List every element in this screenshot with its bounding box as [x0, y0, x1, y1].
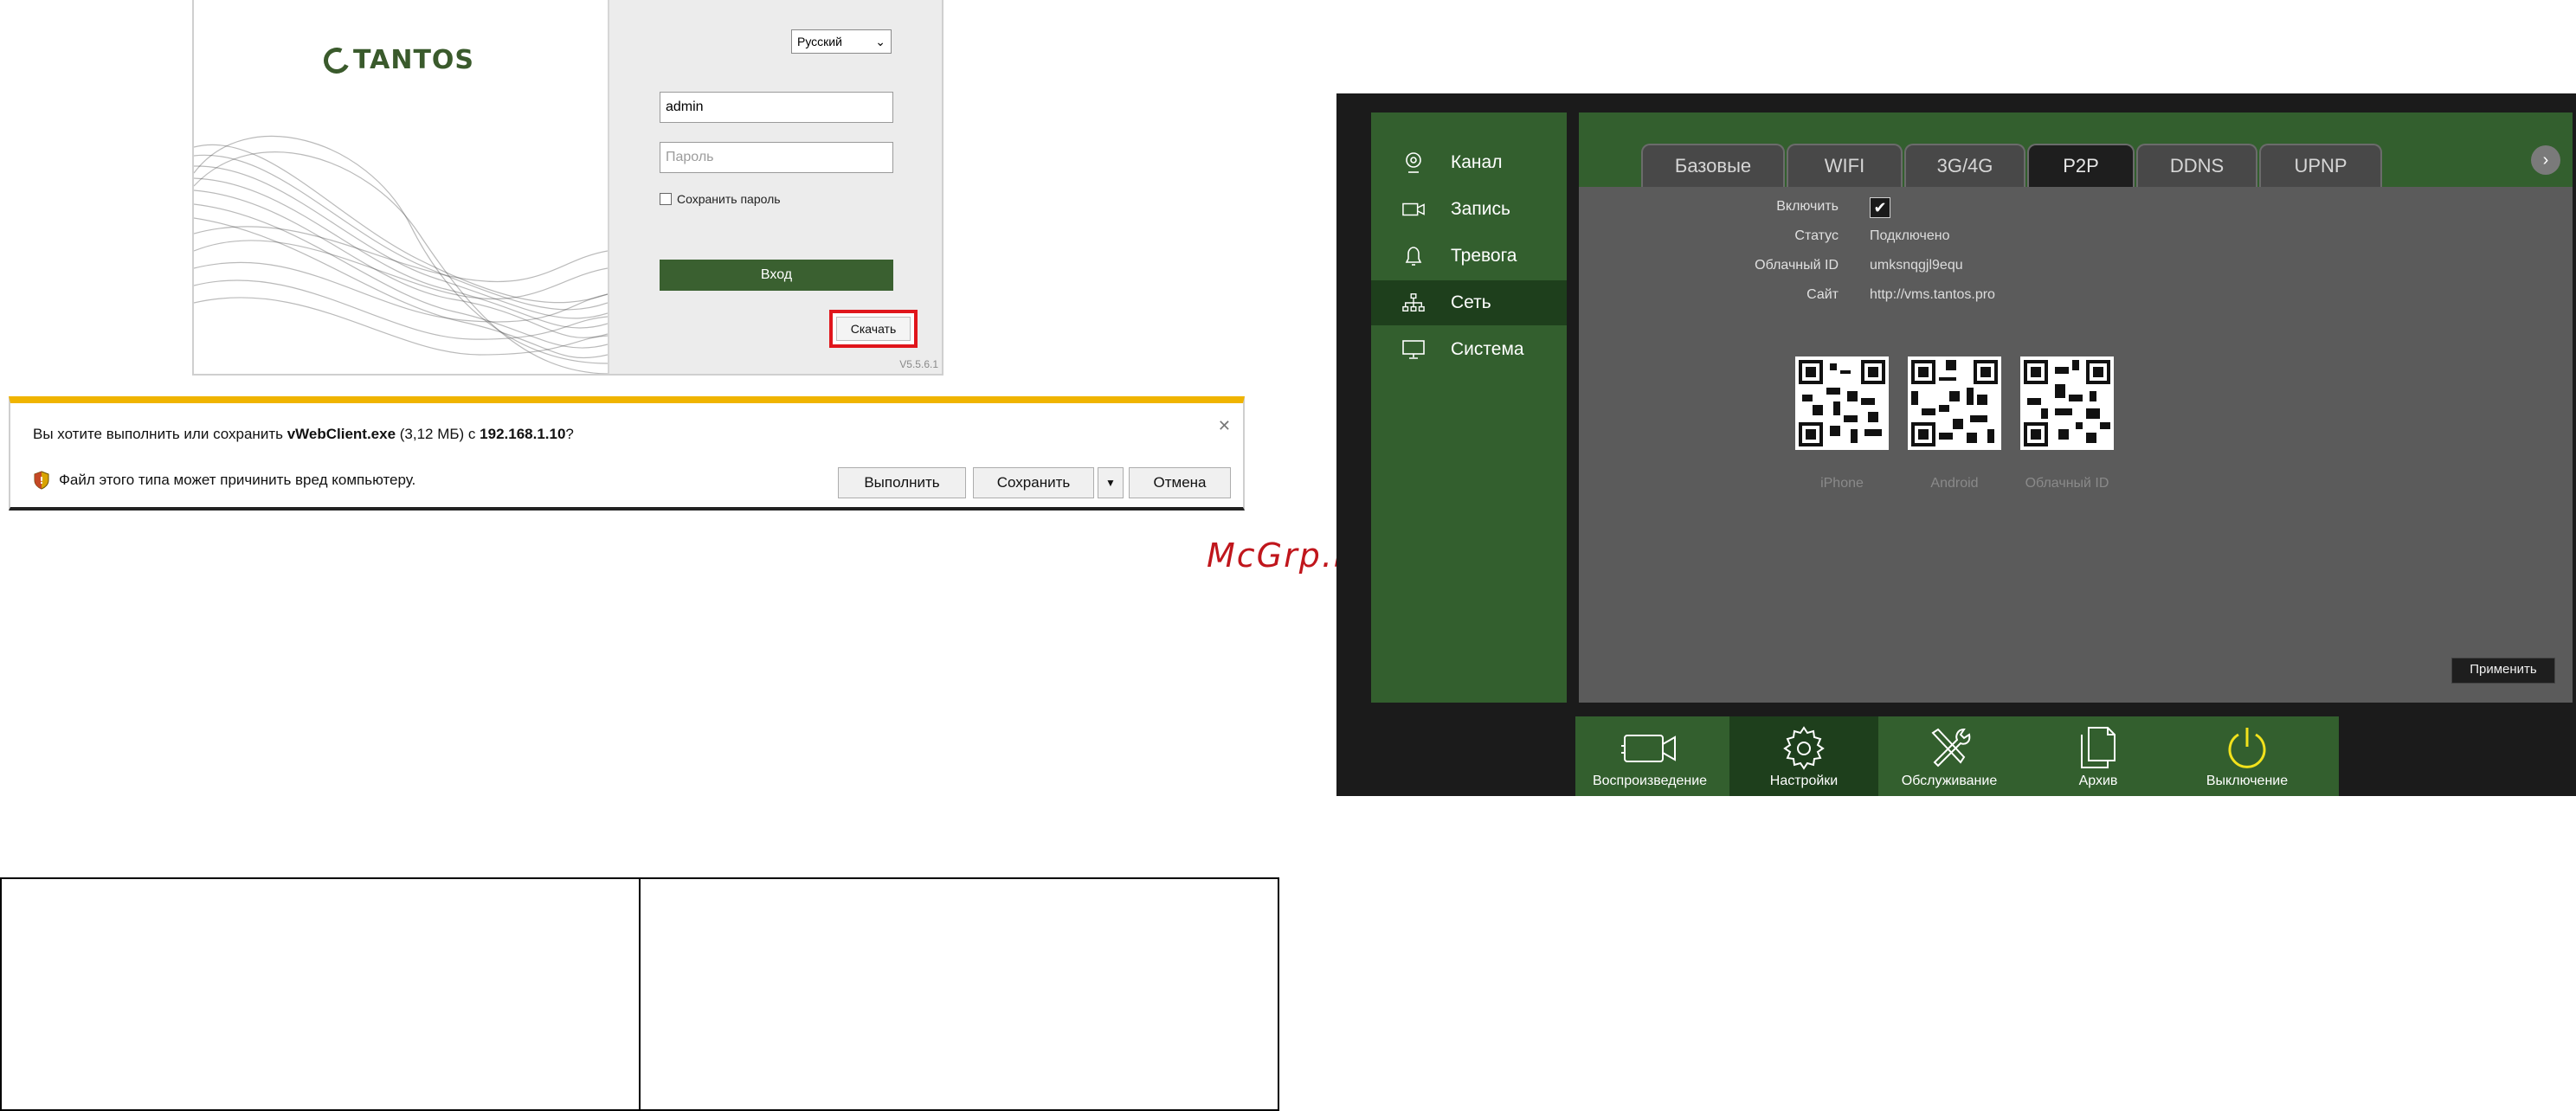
- language-value: Русский: [797, 35, 842, 48]
- enable-label: Включить: [1776, 199, 1839, 214]
- wave-decoration-icon: [194, 135, 608, 374]
- version-label: V5.5.6.1: [899, 358, 938, 370]
- apply-button[interactable]: Применить: [2451, 658, 2555, 684]
- bottom-menu-bar: Воспроизведение Настройки Обслуживание А…: [1575, 716, 2339, 796]
- qr-code-iphone-icon: [1795, 356, 1889, 450]
- menu-item-playback[interactable]: Воспроизведение: [1575, 716, 1724, 796]
- shield-icon: !: [34, 471, 49, 490]
- download-button[interactable]: Скачать: [836, 317, 911, 341]
- sidebar-item-alarm[interactable]: Тревога: [1371, 234, 1567, 279]
- sidebar-item-channel[interactable]: Канал: [1371, 140, 1567, 185]
- empty-table: [0, 877, 1279, 1111]
- qr-label-cloud-id: Облачный ID: [2025, 476, 2109, 491]
- site-value: http://vms.tantos.pro: [1870, 287, 1995, 302]
- bell-icon: [1402, 245, 1425, 267]
- cloud-id-label: Облачный ID: [1755, 258, 1839, 273]
- p2p-panel: Включить ✔ Статус Подключено Облачный ID…: [1579, 187, 2573, 703]
- menu-label: Обслуживание: [1901, 774, 1998, 788]
- file-name: vWebClient.exe: [287, 426, 396, 442]
- status-value: Подключено: [1870, 228, 1950, 243]
- dvr-settings-screen: Канал Запись Тревога Сеть Система Базовы…: [1336, 93, 2576, 796]
- cancel-button[interactable]: Отмена: [1129, 467, 1231, 498]
- settings-sidebar: Канал Запись Тревога Сеть Система: [1371, 112, 1567, 703]
- remember-label: Сохранить пароль: [677, 192, 781, 206]
- tab-ddns[interactable]: DDNS: [2136, 144, 2257, 187]
- cloud-id-value: umksnqgjl9equ: [1870, 258, 1963, 273]
- settings-gear-icon: [1729, 723, 1878, 772]
- sidebar-label: Тревога: [1451, 246, 1517, 266]
- maintenance-tools-icon: [1875, 723, 2024, 772]
- camera-icon: [1402, 151, 1425, 174]
- sidebar-item-network[interactable]: Сеть: [1371, 280, 1567, 325]
- username-input[interactable]: admin: [660, 92, 893, 123]
- sidebar-item-record[interactable]: Запись: [1371, 187, 1567, 232]
- security-warning: ! Файл этого типа может причинить вред к…: [33, 471, 415, 490]
- triangle-down-icon: ▼: [1105, 477, 1116, 489]
- menu-item-maintenance[interactable]: Обслуживание: [1875, 716, 2024, 796]
- password-input[interactable]: Пароль: [660, 142, 893, 173]
- menu-label: Выключение: [2206, 774, 2289, 788]
- download-notification-bar: Вы хотите выполнить или сохранить vWebCl…: [9, 396, 1245, 511]
- sidebar-label: Система: [1451, 339, 1524, 359]
- tab-wifi[interactable]: WIFI: [1787, 144, 1903, 187]
- menu-label: Настройки: [1769, 774, 1839, 788]
- monitor-icon: [1402, 338, 1425, 361]
- archive-icon: [2024, 723, 2173, 772]
- table-cell-right: [641, 879, 1278, 1109]
- tab-p2p[interactable]: P2P: [2027, 144, 2135, 187]
- save-options-dropdown[interactable]: ▼: [1098, 467, 1124, 498]
- menu-item-shutdown[interactable]: Выключение: [2173, 716, 2322, 796]
- tab-basic[interactable]: Базовые: [1641, 144, 1785, 187]
- site-label: Сайт: [1806, 287, 1839, 302]
- menu-label: Архив: [2078, 774, 2118, 788]
- save-button[interactable]: Сохранить: [973, 467, 1094, 498]
- language-select[interactable]: Русский ⌄: [791, 29, 892, 54]
- playback-icon: [1575, 723, 1724, 772]
- tab-upnp[interactable]: UPNP: [2259, 144, 2382, 187]
- chevron-right-icon[interactable]: ›: [2531, 145, 2560, 175]
- login-button[interactable]: Вход: [660, 260, 893, 291]
- network-icon: [1402, 292, 1425, 314]
- file-size: (3,12 МБ) с: [396, 426, 480, 442]
- sidebar-item-system[interactable]: Система: [1371, 327, 1567, 372]
- check-icon: ✔: [1873, 199, 1887, 216]
- status-label: Статус: [1794, 228, 1839, 243]
- download-highlight: Скачать: [829, 310, 918, 348]
- menu-item-archive[interactable]: Архив: [2024, 716, 2173, 796]
- qr-label-iphone: iPhone: [1820, 476, 1864, 491]
- menu-item-settings[interactable]: Настройки: [1729, 716, 1878, 796]
- chevron-down-icon: ⌄: [875, 35, 886, 48]
- login-panel: TANTOS Русский ⌄ admin Пароль Сохранить …: [192, 0, 943, 376]
- qr-code-android-icon: [1908, 356, 2001, 450]
- svg-text:!: !: [39, 475, 43, 486]
- power-icon: [2173, 723, 2322, 772]
- qr-label-android: Android: [1930, 476, 1979, 491]
- login-artwork: TANTOS: [194, 0, 608, 374]
- table-cell-left: [2, 879, 641, 1109]
- host-address: 192.168.1.10: [480, 426, 566, 442]
- record-icon: [1402, 198, 1425, 221]
- enable-checkbox[interactable]: ✔: [1870, 197, 1890, 218]
- warning-text: Файл этого типа может причинить вред ком…: [59, 472, 416, 488]
- sidebar-label: Запись: [1451, 199, 1510, 219]
- sidebar-label: Канал: [1451, 152, 1503, 172]
- remember-password-checkbox[interactable]: Сохранить пароль: [660, 192, 781, 206]
- question-suffix: ?: [565, 426, 574, 442]
- download-question: Вы хотите выполнить или сохранить vWebCl…: [33, 426, 574, 443]
- close-icon[interactable]: ✕: [1218, 417, 1231, 435]
- settings-content: Базовые WIFI 3G/4G P2P DDNS UPNP › Включ…: [1579, 112, 2573, 703]
- login-form: Русский ⌄ admin Пароль Сохранить пароль …: [608, 0, 942, 374]
- checkbox-box[interactable]: [660, 193, 672, 205]
- question-prefix: Вы хотите выполнить или сохранить: [33, 426, 287, 442]
- qr-code-cloud-id-icon: [2020, 356, 2114, 450]
- sidebar-label: Сеть: [1451, 292, 1491, 312]
- menu-label: Воспроизведение: [1592, 774, 1708, 788]
- run-button[interactable]: Выполнить: [838, 467, 966, 498]
- tab-3g4g[interactable]: 3G/4G: [1904, 144, 2025, 187]
